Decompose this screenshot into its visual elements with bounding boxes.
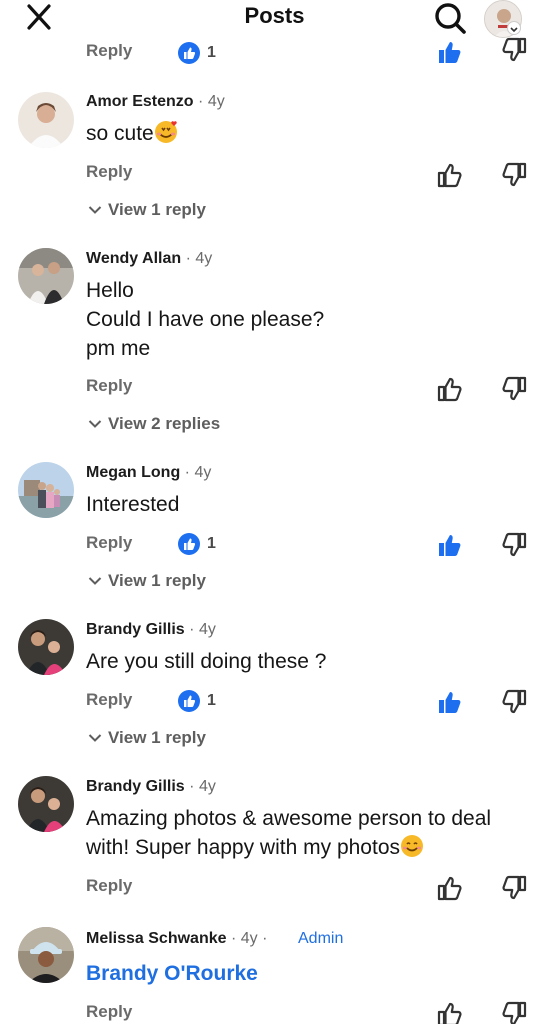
reply-button[interactable]: Reply	[86, 41, 132, 61]
downvote-icon[interactable]	[500, 874, 528, 902]
reply-button[interactable]: Reply	[86, 1002, 132, 1022]
previous-comment-actions: Reply 1	[0, 36, 549, 68]
author-name[interactable]: Melissa Schwanke	[86, 930, 227, 947]
upvote-icon[interactable]	[436, 874, 464, 902]
author-name[interactable]: Megan Long	[86, 464, 180, 481]
avatar[interactable]	[18, 619, 74, 675]
view-replies-button[interactable]: View 1 reply	[88, 728, 206, 748]
reaction-count-value: 1	[207, 44, 216, 61]
reaction-count[interactable]: 1	[178, 690, 216, 712]
comment-wendy-allan: Wendy Allan · 4y Hello Could I have one …	[0, 245, 549, 445]
downvote-icon[interactable]	[500, 161, 528, 189]
chevron-down-icon	[88, 577, 102, 585]
downvote-icon[interactable]	[500, 688, 528, 716]
reaction-count[interactable]: 1	[178, 42, 216, 64]
upvote-filled-icon[interactable]	[436, 688, 464, 716]
reply-button[interactable]: Reply	[86, 690, 132, 710]
chevron-down-icon	[510, 27, 518, 33]
comment-brandy-gillis-2: Brandy Gillis · 4y Amazing photos & awes…	[0, 773, 549, 903]
upvote-icon[interactable]	[436, 161, 464, 189]
comment-time: · 4y	[185, 250, 213, 267]
smiling-face-icon	[401, 835, 423, 857]
avatar[interactable]	[18, 462, 74, 518]
reaction-count-value: 1	[207, 692, 216, 709]
downvote-icon[interactable]	[500, 1000, 528, 1024]
profile-menu-chevron[interactable]	[507, 21, 521, 35]
chevron-down-icon	[88, 206, 102, 214]
search-button[interactable]	[432, 1, 468, 35]
comment-time: · 4y ·	[230, 930, 268, 947]
search-icon	[435, 3, 466, 34]
upvote-icon[interactable]	[436, 1000, 464, 1024]
view-replies-button[interactable]: View 2 replies	[88, 414, 220, 434]
like-reaction-icon	[178, 533, 200, 555]
comment-text-line: with! Super happy with my photos	[86, 833, 424, 862]
downvote-icon[interactable]	[500, 531, 528, 559]
comment-time: · 4y	[198, 93, 225, 110]
chevron-down-icon	[88, 420, 102, 428]
comment-text: Interested	[86, 493, 180, 516]
upvote-filled-icon[interactable]	[436, 38, 464, 66]
author-name[interactable]: Brandy Gillis	[86, 621, 185, 638]
mention-link[interactable]: Brandy O'Rourke	[86, 962, 258, 985]
comment-megan-long: Megan Long · 4y Interested Reply 1 View …	[0, 459, 549, 599]
comment-text-line: pm me	[86, 337, 151, 360]
author-name[interactable]: Brandy Gillis	[86, 778, 185, 795]
comment-header: Brandy Gillis · 4y	[86, 621, 216, 639]
view-replies-button[interactable]: View 1 reply	[88, 200, 206, 220]
reply-button[interactable]: Reply	[86, 162, 132, 182]
reply-button[interactable]: Reply	[86, 876, 132, 896]
avatar[interactable]	[18, 248, 74, 304]
comment-header: Wendy Allan · 4y	[86, 250, 212, 268]
comment-melissa-schwanke: Melissa Schwanke · 4y · Admin Brandy O'R…	[0, 925, 549, 1024]
downvote-icon[interactable]	[500, 36, 528, 64]
comment-amor-estenzo: Amor Estenzo · 4y so cute Reply View 1 r…	[0, 88, 549, 238]
like-reaction-icon	[178, 690, 200, 712]
reaction-count-value: 1	[207, 535, 216, 552]
reaction-count[interactable]: 1	[178, 533, 216, 555]
comment-header: Melissa Schwanke · 4y ·	[86, 930, 267, 948]
downvote-icon[interactable]	[500, 375, 528, 403]
view-replies-button[interactable]: View 1 reply	[88, 571, 206, 591]
comment-header: Amor Estenzo · 4y	[86, 93, 225, 111]
comment-text-line: Hello	[86, 279, 134, 302]
comment-header: Megan Long · 4y	[86, 464, 211, 482]
like-reaction-icon	[178, 42, 200, 64]
smiling-face-with-hearts-icon	[154, 121, 177, 143]
author-name[interactable]: Amor Estenzo	[86, 93, 194, 110]
chevron-down-icon	[88, 734, 102, 742]
comment-text-line: Amazing photos & awesome person to deal	[86, 807, 492, 830]
comment-time: · 4y	[189, 621, 216, 638]
avatar[interactable]	[18, 927, 74, 983]
admin-badge: Admin	[298, 930, 344, 947]
comment-text: Are you still doing these ?	[86, 650, 327, 673]
reply-button[interactable]: Reply	[86, 533, 132, 553]
comment-brandy-gillis: Brandy Gillis · 4y Are you still doing t…	[0, 616, 549, 756]
comment-time: · 4y	[184, 464, 212, 481]
top-bar: Posts	[0, 0, 549, 38]
avatar[interactable]	[18, 776, 74, 832]
reply-button[interactable]: Reply	[86, 376, 132, 396]
comment-text-line: Could I have one please?	[86, 308, 325, 331]
upvote-icon[interactable]	[436, 375, 464, 403]
upvote-filled-icon[interactable]	[436, 531, 464, 559]
comment-text: so cute	[86, 119, 178, 148]
comment-time: · 4y	[189, 778, 216, 795]
comment-text: Brandy O'Rourke	[86, 959, 258, 988]
comment-header: Brandy Gillis · 4y	[86, 778, 216, 796]
author-name[interactable]: Wendy Allan	[86, 250, 181, 267]
avatar[interactable]	[18, 92, 74, 148]
